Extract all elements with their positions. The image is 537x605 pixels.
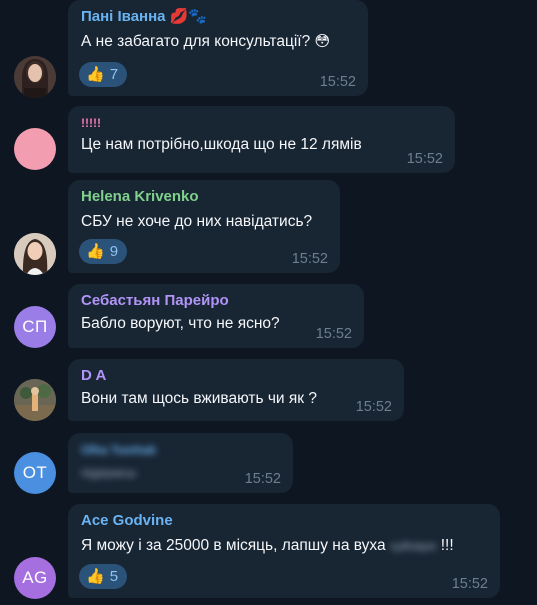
thumbs-up-icon: 👍 [86,243,105,260]
sender-name[interactable]: Olha Tumhak [81,440,281,460]
sender-name[interactable]: Ace Godvine [81,511,488,531]
avatar[interactable]: OT [14,452,56,494]
reaction-count: 9 [109,243,119,260]
message-text: А не забагато для консультації? 😳 [81,33,331,50]
thumbs-up-icon: 👍 [86,568,105,585]
message-text: Я можу і за 25000 в місяць, лапшу на вух… [81,537,454,554]
message[interactable]: Пані Іванна 💋🐾 А не забагато для консуль… [0,0,537,100]
message-time: 15:52 [451,576,488,592]
avatar[interactable]: СП [14,306,56,348]
sender-badge-emoji: 💋🐾 [169,8,208,25]
sender-name[interactable]: Себастьян Парейро [81,291,352,311]
message-text: Це нам потрібно,шкода що не 12 лямів [81,136,362,153]
message-time: 15:52 [244,471,281,487]
message-text: Бабло воруют, что не ясно? [81,315,280,332]
message-time: 15:52 [355,399,392,415]
reaction-thumbs-up[interactable]: 👍 9 [79,239,128,264]
blurred-word: хуйовую [389,539,437,553]
reaction-thumbs-up[interactable]: 👍 5 [79,564,128,589]
thumbs-up-icon: 👍 [86,66,105,83]
reaction-count: 5 [109,568,119,585]
sender-name[interactable]: Helena Krivenko [81,187,328,207]
message[interactable]: СП Себастьян Парейро Бабло воруют, что н… [0,284,537,352]
message-text: Вони там щось вживають чи як ? [81,390,317,407]
message-text: СБУ не хоче до них навідатись? [81,213,313,230]
message-time: 15:52 [319,74,356,90]
message-bubble: Пані Іванна 💋🐾 А не забагато для консуль… [68,0,368,96]
message[interactable]: AG Ace Godvine Я можу і за 25000 в місяц… [0,504,537,602]
sender-name[interactable]: !!!!! [81,113,443,133]
avatar[interactable] [14,379,56,421]
sender-name[interactable]: Пані Іванна 💋🐾 [81,7,356,27]
message[interactable]: OT Olha Tumhak підерасы 15:52 [0,433,537,497]
message-time: 15:52 [406,151,443,167]
chat-messages: Пані Іванна 💋🐾 А не забагато для консуль… [0,0,537,605]
message-bubble: Helena Krivenko СБУ не хоче до них навід… [68,180,340,273]
message-time: 15:52 [315,326,352,342]
message-bubble: Olha Tumhak підерасы 15:52 [68,433,293,493]
message-time: 15:52 [291,251,328,267]
message[interactable]: D A Вони там щось вживають чи як ? 15:52 [0,359,537,425]
avatar[interactable]: AG [14,557,56,599]
avatar[interactable] [14,128,56,170]
message-bubble: !!!!! Це нам потрібно,шкода що не 12 лям… [68,106,455,173]
message[interactable]: !!!!! Це нам потрібно,шкода що не 12 лям… [0,106,537,176]
reaction-count: 7 [109,66,119,83]
message-bubble: Себастьян Парейро Бабло воруют, что не я… [68,284,364,348]
sender-name[interactable]: D A [81,366,392,386]
reaction-thumbs-up[interactable]: 👍 7 [79,62,128,87]
avatar[interactable] [14,233,56,275]
flushed-face-emoji: 😳 [314,33,331,50]
message[interactable]: Helena Krivenko СБУ не хоче до них навід… [0,180,537,276]
message-bubble: Ace Godvine Я можу і за 25000 в місяць, … [68,504,500,598]
avatar[interactable] [14,56,56,98]
message-bubble: D A Вони там щось вживають чи як ? 15:52 [68,359,404,421]
